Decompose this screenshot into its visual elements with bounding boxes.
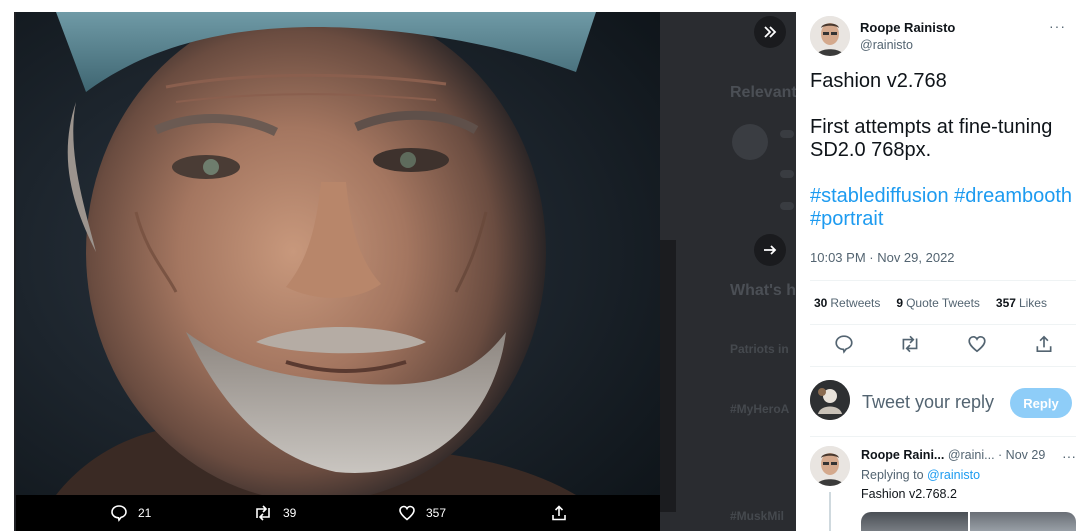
dimmed-background-timeline: Relevant What's h Patriots in #MyHeroA #… [660, 12, 796, 531]
thread-reply-image[interactable] [861, 512, 968, 531]
person-avatar-icon [810, 16, 850, 56]
thread-reply-text: Fashion v2.768.2 [861, 487, 957, 501]
divider [810, 280, 1076, 281]
portrait-illustration [16, 12, 660, 495]
more-options-button[interactable]: ··· [1049, 18, 1066, 34]
media-action-bar: 21 39 357 [16, 495, 660, 531]
retweets-stat[interactable]: 30 Retweets [814, 296, 880, 310]
media-viewer: Relevant What's h Patriots in #MyHeroA #… [0, 0, 796, 531]
media-reply-button[interactable]: 21 [110, 504, 151, 522]
quote-tweets-stat[interactable]: 9 Quote Tweets [896, 296, 980, 310]
next-media-button[interactable] [754, 234, 786, 266]
thread-reply-more-button[interactable]: ··· [1062, 448, 1076, 464]
retweet-button[interactable] [899, 334, 921, 359]
viewer-left-band [0, 0, 15, 531]
tweet-body: Fashion v2.768 First attempts at fine-tu… [810, 70, 1078, 231]
share-icon [552, 505, 566, 521]
reply-input[interactable]: Tweet your reply [862, 392, 994, 413]
tweet-title: Fashion v2.768 [810, 70, 947, 92]
tweet-action-row [810, 334, 1076, 356]
avatar[interactable] [810, 16, 850, 56]
heart-icon [399, 505, 415, 521]
tweet-author[interactable]: Roope Rainisto @rainisto [810, 16, 955, 56]
tweet-description: First attempts at fine-tuning SD2.0 768p… [810, 116, 1053, 161]
reply-button[interactable] [834, 334, 854, 359]
ghost-heading-whats: What's h [730, 282, 796, 299]
viewer-top-band [0, 0, 796, 12]
speech-bubble-icon [835, 335, 853, 354]
ghost-trend: Patriots in [730, 342, 789, 356]
avatar[interactable] [810, 446, 850, 486]
ghost-line [780, 130, 794, 138]
retweet-icon [256, 505, 270, 521]
tweet-timestamp[interactable]: 10:03 PM · Nov 29, 2022 [810, 250, 955, 265]
media-retweet-count: 39 [283, 506, 297, 520]
ghost-trend: #MyHeroA [730, 402, 790, 416]
media-share-button[interactable] [550, 504, 568, 522]
ellipsis-icon: ··· [1062, 448, 1076, 464]
heart-icon [968, 335, 986, 353]
reply-composer: Tweet your reply Reply [810, 380, 1076, 422]
double-chevron-right-icon [764, 26, 777, 38]
person-avatar-icon [810, 446, 850, 486]
reply-submit-button[interactable]: Reply [1010, 388, 1072, 418]
ghost-line [780, 170, 794, 178]
replying-to-handle[interactable]: @rainisto [927, 468, 980, 482]
thread-connector-line [829, 492, 831, 531]
ghost-avatar [732, 124, 768, 160]
media-like-button[interactable]: 357 [398, 504, 446, 522]
thread-reply-header: Roope Raini... @raini... · Nov 29 [861, 448, 1045, 462]
user-avatar-icon [810, 380, 850, 420]
media-edge [660, 240, 676, 512]
speech-bubble-icon [111, 505, 127, 522]
thread-reply-media[interactable] [861, 512, 1076, 531]
share-icon [1036, 335, 1052, 353]
tweet-stats: 30 Retweets 9 Quote Tweets 357 Likes [814, 296, 1047, 310]
ellipsis-icon: ··· [1049, 18, 1066, 34]
divider [810, 324, 1076, 325]
likes-stat[interactable]: 357 Likes [996, 296, 1047, 310]
viewer-left-border [14, 12, 16, 531]
divider [810, 436, 1076, 437]
share-button[interactable] [1034, 334, 1054, 359]
avatar[interactable] [810, 380, 850, 420]
tweet-hashtags[interactable]: #stablediffusion #dreambooth #portrait [810, 185, 1078, 231]
ghost-trend: #MuskMil [730, 509, 785, 523]
thread-reply-handle[interactable]: @raini... [948, 448, 995, 462]
ghost-line [780, 202, 794, 210]
retweet-icon [902, 335, 918, 353]
thread-reply-date[interactable]: · Nov 29 [998, 448, 1045, 462]
author-name[interactable]: Roope Rainisto [860, 20, 955, 35]
collapse-panel-button[interactable] [754, 16, 786, 48]
thread-reply-image[interactable] [969, 512, 1076, 531]
thread-reply-author[interactable]: Roope Raini... [861, 448, 944, 462]
media-like-count: 357 [426, 506, 447, 520]
divider [810, 366, 1076, 367]
media-reply-count: 21 [138, 506, 152, 520]
tweet-detail-panel: Roope Rainisto @rainisto ··· Fashion v2.… [796, 0, 1080, 531]
arrow-right-icon [764, 245, 777, 255]
tweet-media-image[interactable] [16, 12, 660, 495]
media-retweet-button[interactable]: 39 [253, 504, 296, 522]
like-button[interactable] [967, 334, 987, 359]
replying-to: Replying to @rainisto [861, 468, 981, 482]
author-handle[interactable]: @rainisto [860, 38, 955, 52]
ghost-heading-relevant: Relevant [730, 84, 796, 101]
